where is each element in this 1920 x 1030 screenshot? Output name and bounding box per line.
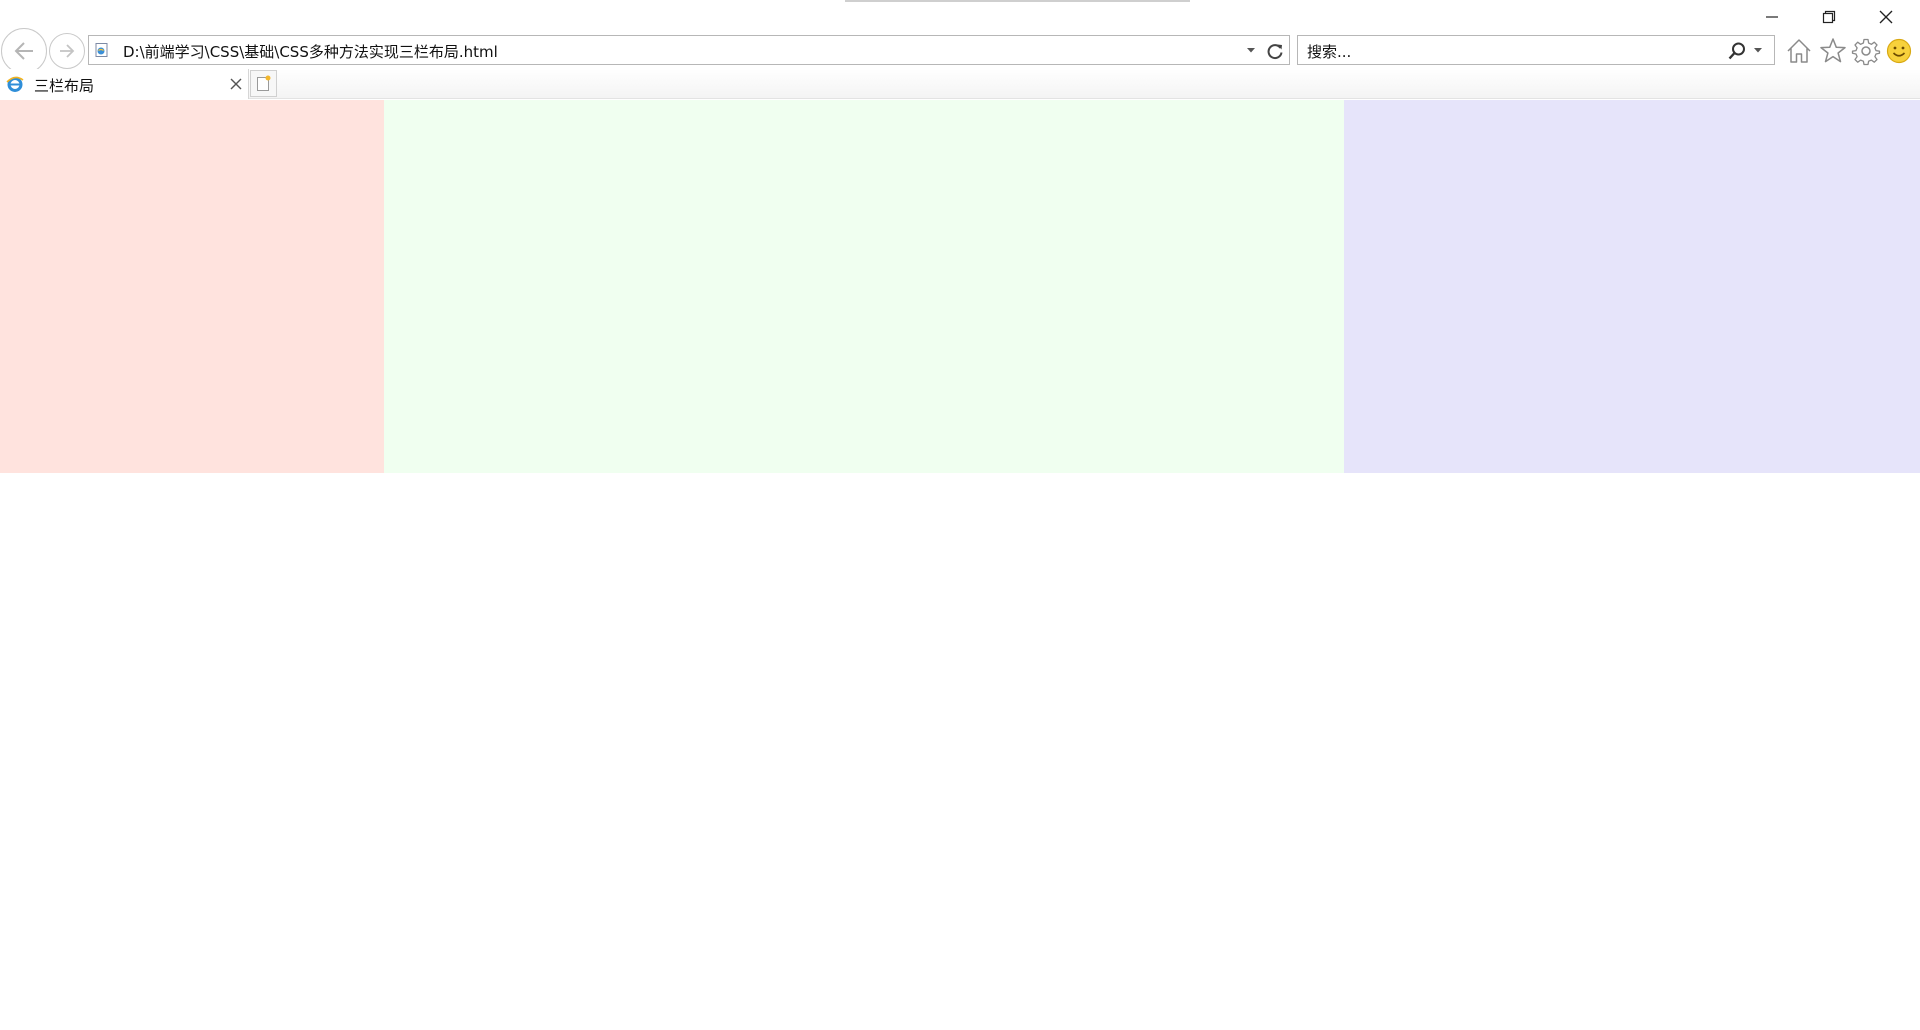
tab-title: 三栏布局 — [34, 77, 95, 95]
close-icon[interactable] — [228, 76, 244, 92]
ie-logo-icon — [6, 76, 24, 92]
home-icon[interactable] — [1784, 36, 1814, 66]
minimize-icon — [1766, 16, 1778, 18]
restore-button[interactable] — [1801, 0, 1857, 34]
browser-chrome: D:\前端学习\CSS\基础\CSS多种方法实现三栏布局.html 搜索... — [0, 0, 1920, 100]
chevron-down-icon[interactable] — [1751, 43, 1765, 57]
address-url-text: D:\前端学习\CSS\基础\CSS多种方法实现三栏布局.html — [123, 43, 498, 61]
close-icon — [1879, 10, 1893, 24]
minimize-button[interactable] — [1744, 0, 1800, 34]
chevron-down-icon[interactable] — [1244, 43, 1258, 57]
tab-active[interactable]: 三栏布局 — [0, 69, 249, 99]
page-file-icon — [95, 43, 108, 57]
forward-arrow-icon — [60, 44, 75, 58]
star-icon[interactable] — [1818, 36, 1848, 66]
left-column — [0, 100, 384, 473]
search-placeholder-text: 搜索... — [1307, 43, 1352, 61]
restore-icon — [1822, 10, 1836, 24]
new-tab-icon — [257, 75, 271, 91]
search-icon[interactable] — [1726, 40, 1748, 62]
close-button[interactable] — [1858, 0, 1914, 34]
back-arrow-icon — [14, 42, 33, 60]
center-column — [384, 100, 1344, 473]
forward-button[interactable] — [49, 33, 85, 69]
smiley-icon[interactable] — [1884, 36, 1914, 66]
address-bar[interactable]: D:\前端学习\CSS\基础\CSS多种方法实现三栏布局.html — [88, 35, 1290, 65]
browser-window: D:\前端学习\CSS\基础\CSS多种方法实现三栏布局.html 搜索... — [0, 0, 1920, 1030]
gear-icon[interactable] — [1851, 36, 1881, 66]
right-column — [1344, 100, 1920, 473]
tab-strip: 三栏布局 — [0, 69, 1920, 99]
new-tab-button[interactable] — [250, 70, 277, 97]
page-viewport — [0, 100, 1920, 1030]
refresh-icon[interactable] — [1264, 40, 1286, 62]
chrome-top-shadow — [845, 0, 1190, 2]
back-button[interactable] — [1, 28, 47, 74]
search-input[interactable]: 搜索... — [1297, 35, 1775, 65]
